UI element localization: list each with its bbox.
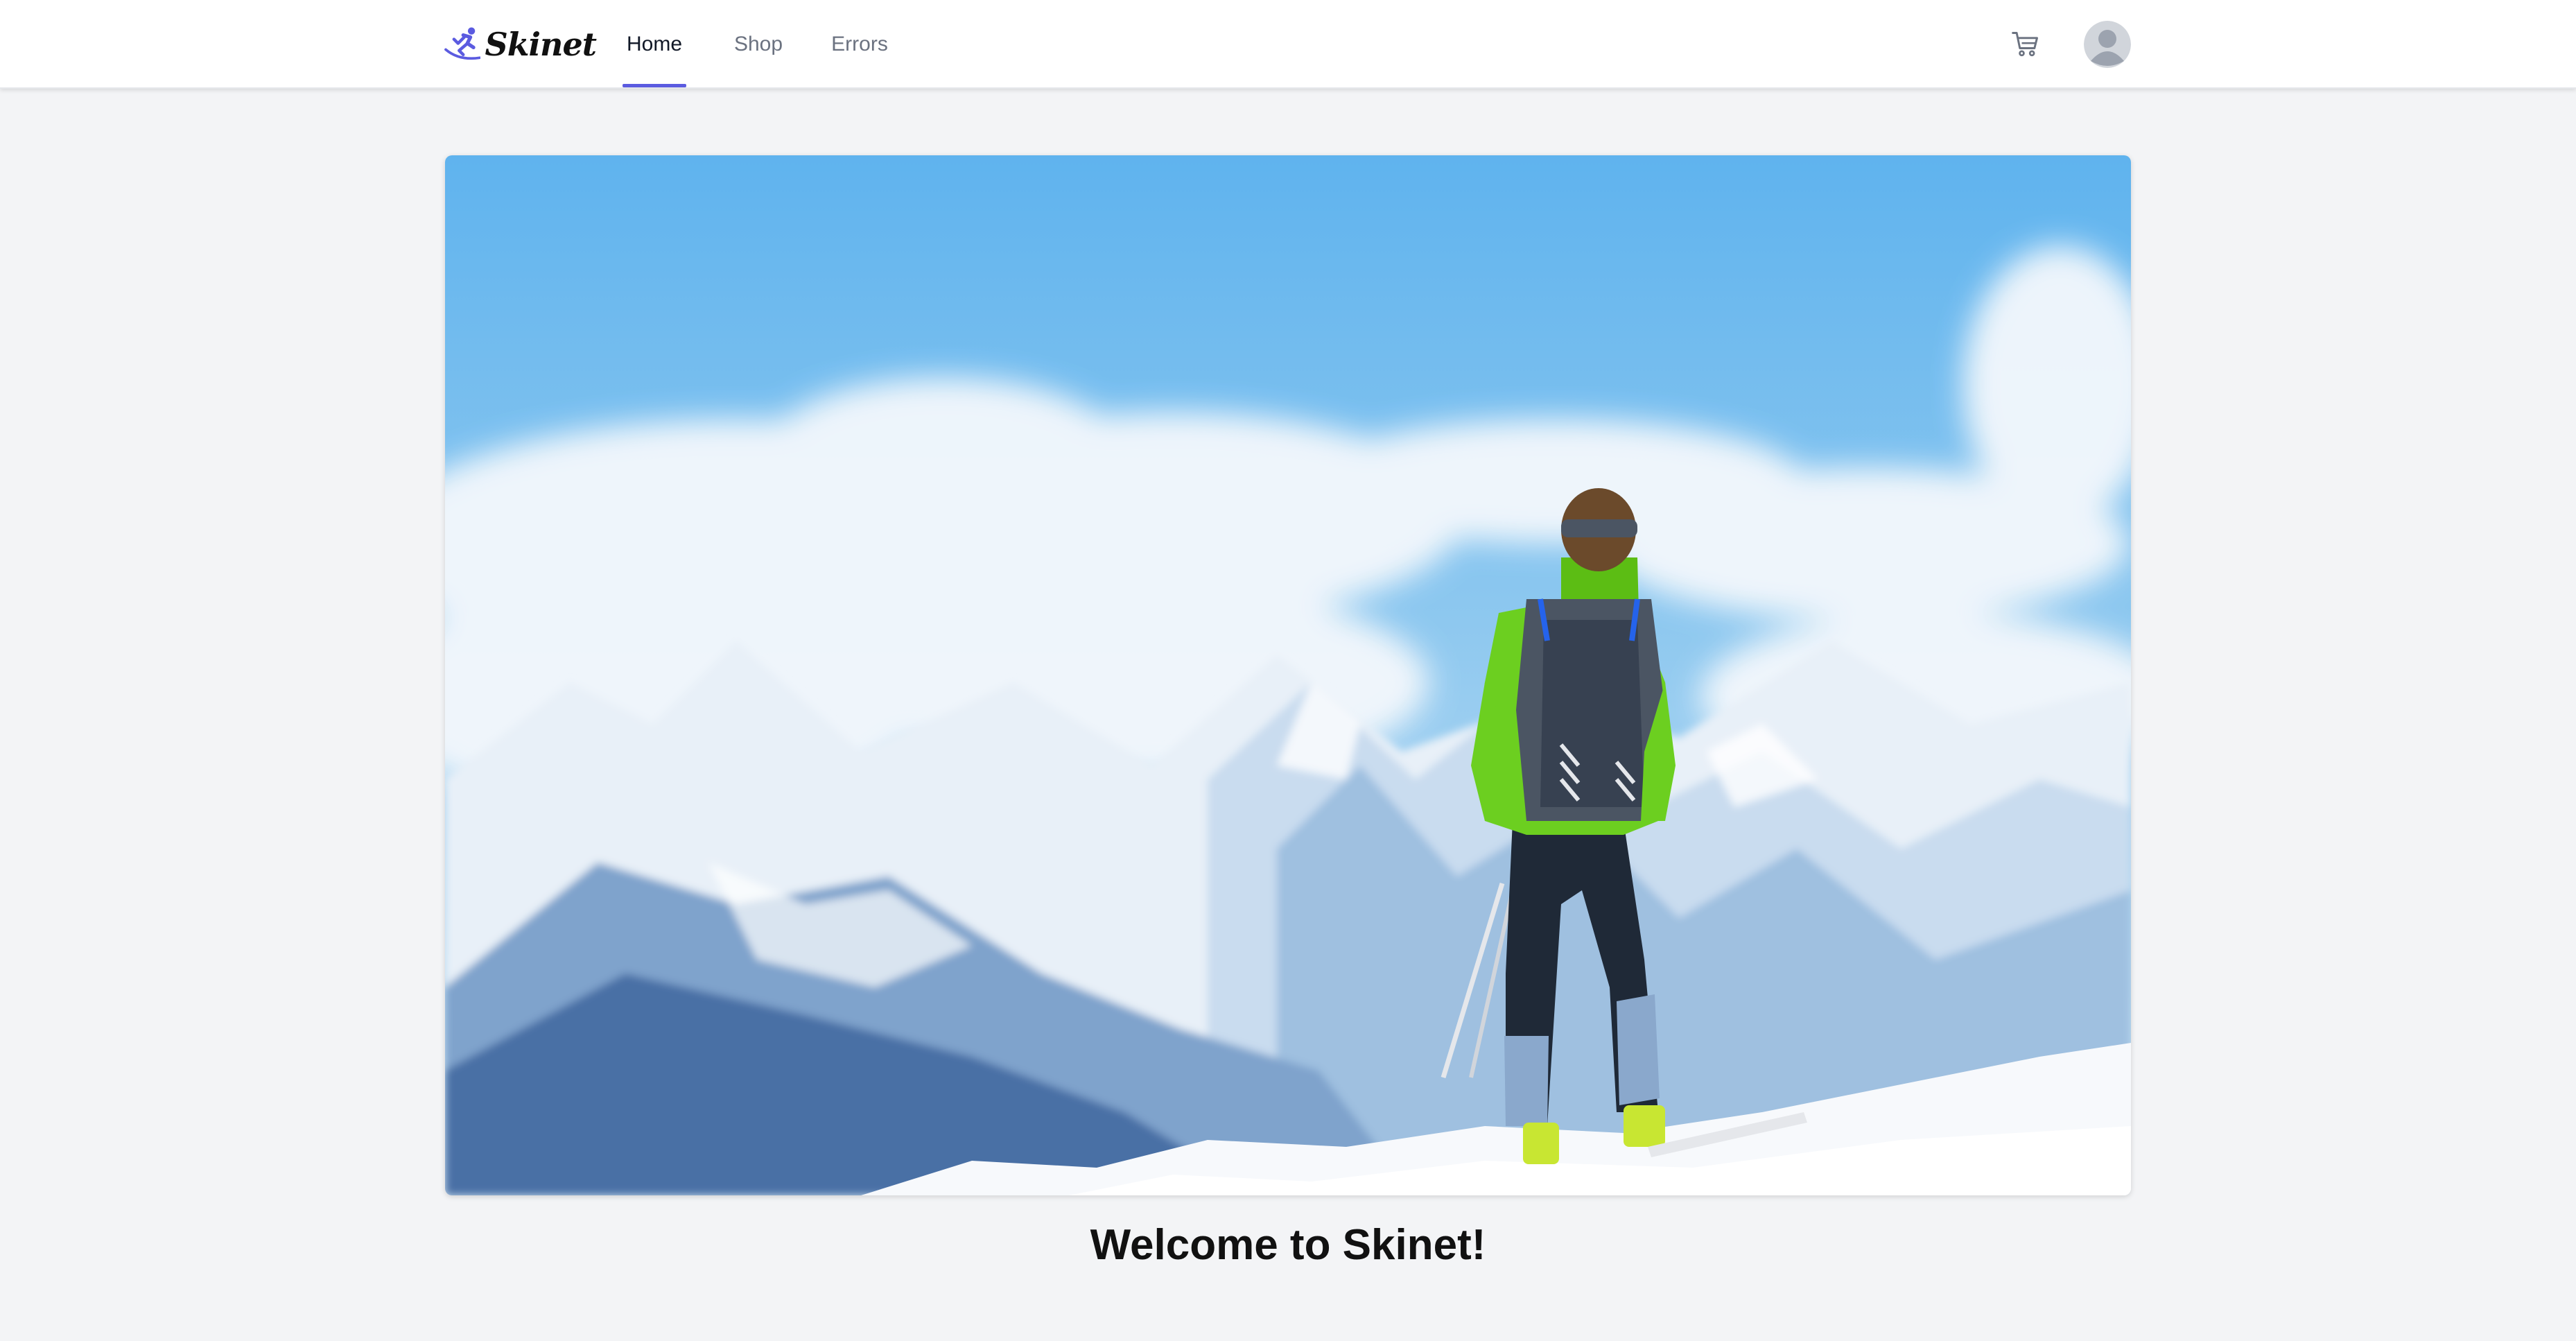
- skier-logo-icon: [444, 27, 481, 60]
- nav-home-link[interactable]: Home: [623, 0, 686, 89]
- logo-link[interactable]: Skinet: [444, 19, 597, 69]
- cart-icon: [2012, 32, 2038, 57]
- top-navbar: Skinet Home Shop Errors: [0, 0, 2576, 89]
- logo-text: Skinet: [485, 26, 597, 63]
- hero-image: [445, 155, 2131, 1195]
- welcome-heading: Welcome to Skinet!: [1090, 1221, 1486, 1269]
- user-avatar-button[interactable]: [2084, 21, 2131, 68]
- cart-button[interactable]: [2006, 25, 2045, 64]
- nav-shop-link[interactable]: Shop: [731, 0, 786, 89]
- active-nav-indicator: [623, 84, 686, 87]
- user-avatar-icon: [2084, 21, 2131, 68]
- skier-mountain-photo: [445, 155, 2131, 1195]
- nav-errors-link[interactable]: Errors: [830, 0, 889, 89]
